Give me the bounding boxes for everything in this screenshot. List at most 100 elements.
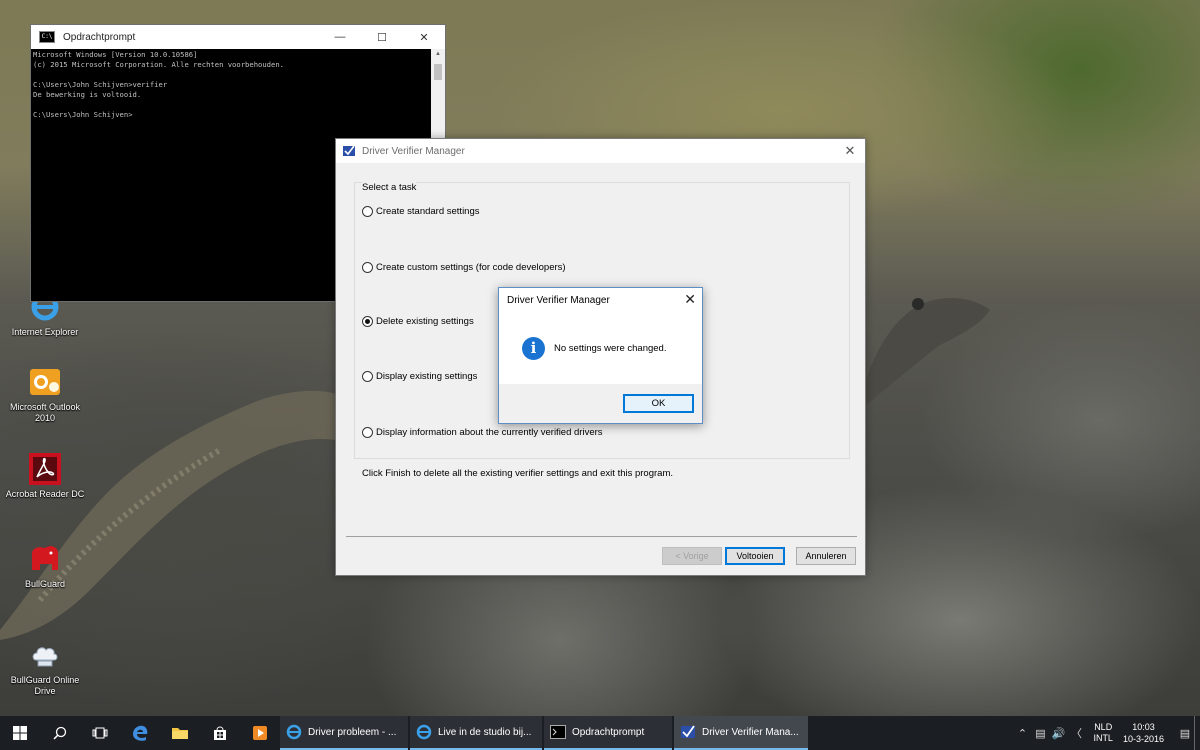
minimize-icon[interactable]: — — [319, 31, 361, 44]
show-desktop-button[interactable] — [1194, 716, 1200, 750]
group-label: Select a task — [362, 182, 417, 193]
desktop-icon-acrobat[interactable]: Acrobat Reader DC — [2, 452, 88, 500]
desktop-icon-bullguard[interactable]: BullGuard — [2, 542, 88, 590]
taskbar-item-ie[interactable]: Driver probleem - ... — [280, 716, 408, 750]
taskbar-item-label: Driver probleem - ... — [308, 726, 397, 738]
desktop-icon-label: Acrobat Reader DC — [5, 489, 85, 499]
clock-time: 10:03 — [1132, 722, 1155, 732]
scroll-up-icon[interactable]: ▲ — [431, 51, 445, 57]
cancel-button[interactable]: Annuleren — [796, 547, 856, 565]
message-text: No settings were changed. — [554, 343, 667, 354]
search-button[interactable] — [40, 716, 80, 750]
clock[interactable]: 10:03 10-3-2016 — [1123, 721, 1164, 745]
edge-button[interactable] — [120, 716, 160, 750]
keyboard-layout: INTL — [1093, 733, 1113, 743]
dvm-title-bar[interactable]: Driver Verifier Manager ✕ — [336, 139, 865, 163]
console-line: Microsoft Windows [Version 10.0.10586] — [33, 50, 198, 59]
media-player-button[interactable] — [240, 716, 280, 750]
radio-label: Delete existing settings — [376, 316, 474, 327]
windows-icon — [13, 726, 27, 740]
close-icon[interactable]: ✕ — [835, 143, 865, 159]
back-button[interactable]: < Vorige — [662, 547, 722, 565]
clock-date: 10-3-2016 — [1122, 734, 1164, 744]
taskbar-item-cmd[interactable]: Opdrachtprompt — [544, 716, 672, 750]
radio-create-standard[interactable]: Create standard settings — [362, 206, 480, 217]
desktop-icon-label: BullGuard — [24, 579, 66, 589]
radio-button[interactable] — [362, 371, 373, 382]
taskbar-item-driver-verifier[interactable]: Driver Verifier Mana... — [674, 716, 808, 750]
store-icon — [214, 726, 226, 740]
show-hidden-icons-icon[interactable]: ⌃ — [1013, 727, 1031, 740]
outlook-icon — [28, 365, 62, 399]
driver-verifier-app-icon — [343, 145, 355, 156]
desktop-icon-label: BullGuard Online Drive — [10, 675, 80, 696]
media-player-icon — [253, 726, 267, 740]
cmd-icon — [550, 724, 566, 740]
desktop-icon-label: Internet Explorer — [11, 327, 79, 337]
divider — [346, 536, 857, 537]
ok-button[interactable]: OK — [623, 394, 694, 413]
finish-button[interactable]: Voltooien — [725, 547, 785, 565]
cmd-title: Opdrachtprompt — [63, 31, 136, 43]
volume-icon[interactable]: 🔊 — [1049, 727, 1067, 740]
taskbar-item-label: Live in de studio bij... — [438, 726, 532, 738]
radio-label: Display information about the currently … — [376, 427, 603, 438]
radio-button-selected[interactable] — [362, 316, 373, 327]
internet-explorer-icon — [416, 724, 432, 740]
bullguard-icon — [28, 542, 62, 576]
close-icon[interactable]: ✕ — [403, 31, 445, 44]
taskbar-item-label: Opdrachtprompt — [572, 726, 645, 738]
start-button[interactable] — [0, 716, 40, 750]
desktop-icon-bullguard-drive[interactable]: BullGuard Online Drive — [2, 638, 88, 697]
acrobat-icon — [28, 452, 62, 486]
close-icon[interactable]: ✕ — [684, 291, 696, 308]
console-line: C:\Users\John Schijven> — [33, 110, 133, 119]
taskbar-item-label: Driver Verifier Mana... — [702, 726, 799, 738]
internet-explorer-icon — [286, 724, 302, 740]
radio-button[interactable] — [362, 206, 373, 217]
taskbar: Driver probleem - ... Live in de studio … — [0, 716, 1200, 750]
scrollbar-thumb[interactable] — [434, 64, 442, 80]
console-line: De bewerking is voltooid. — [33, 90, 142, 99]
search-icon — [53, 726, 67, 740]
action-center-icon[interactable]: ▤ — [1176, 727, 1194, 740]
radio-button[interactable] — [362, 262, 373, 273]
radio-button[interactable] — [362, 427, 373, 438]
radio-label: Display existing settings — [376, 371, 478, 382]
console-line: (c) 2015 Microsoft Corporation. Alle rec… — [33, 60, 284, 69]
bullguard-drive-icon — [28, 638, 62, 672]
finish-hint: Click Finish to delete all the existing … — [362, 468, 673, 479]
notifications-icon[interactable]: 〈 — [1067, 725, 1085, 741]
message-title: Driver Verifier Manager — [507, 295, 610, 306]
task-view-icon — [92, 727, 108, 739]
info-icon: i — [522, 337, 545, 360]
taskbar-item-ie-2[interactable]: Live in de studio bij... — [410, 716, 542, 750]
driver-verifier-icon — [680, 724, 696, 740]
wallpaper-iguana-head — [860, 298, 990, 410]
folder-icon — [172, 728, 188, 739]
radio-display-existing[interactable]: Display existing settings — [362, 371, 477, 382]
radio-delete-existing[interactable]: Delete existing settings — [362, 316, 474, 327]
cmd-title-bar[interactable]: C:\ Opdrachtprompt — ☐ ✕ — [31, 25, 445, 49]
radio-label: Create standard settings — [376, 206, 480, 217]
system-tray: ⌃ ▤ 🔊 〈 NLD INTL 10:03 10-3-2016 ▤ — [1013, 716, 1200, 750]
dvm-title: Driver Verifier Manager — [362, 145, 465, 157]
maximize-icon[interactable]: ☐ — [361, 31, 403, 44]
radio-display-info[interactable]: Display information about the currently … — [362, 427, 603, 438]
radio-create-custom[interactable]: Create custom settings (for code develop… — [362, 262, 566, 273]
desktop-icon-outlook[interactable]: Microsoft Outlook 2010 — [2, 365, 88, 424]
edge-icon — [133, 725, 148, 741]
task-view-button[interactable] — [80, 716, 120, 750]
desktop-icon-label: Microsoft Outlook 2010 — [9, 402, 81, 423]
message-dialog[interactable]: Driver Verifier Manager ✕ i No settings … — [498, 287, 703, 424]
radio-label: Create custom settings (for code develop… — [376, 262, 566, 273]
language-code: NLD — [1094, 722, 1113, 732]
cmd-app-icon: C:\ — [39, 31, 55, 43]
language-indicator[interactable]: NLD INTL — [1093, 722, 1113, 744]
store-button[interactable] — [200, 716, 240, 750]
console-line: C:\Users\John Schijven>verifier — [33, 80, 168, 89]
file-explorer-button[interactable] — [160, 716, 200, 750]
network-icon[interactable]: ▤ — [1031, 727, 1049, 740]
